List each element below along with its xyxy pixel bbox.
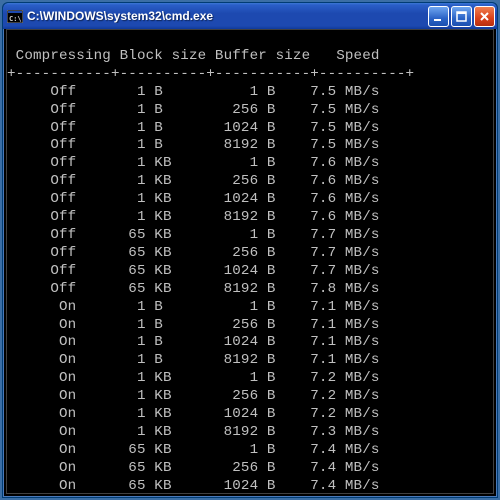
client-area: Compressing Block size Buffer size Speed…: [6, 29, 494, 494]
minimize-button[interactable]: [428, 6, 449, 27]
titlebar[interactable]: C:\ C:\WINDOWS\system32\cmd.exe: [3, 3, 497, 29]
close-button[interactable]: [474, 6, 495, 27]
window-buttons: [428, 6, 495, 27]
maximize-button[interactable]: [451, 6, 472, 27]
cmd-window: C:\ C:\WINDOWS\system32\cmd.exe Compress…: [2, 2, 498, 498]
window-title: C:\WINDOWS\system32\cmd.exe: [27, 9, 428, 23]
svg-text:C:\: C:\: [9, 15, 22, 23]
terminal-output: Compressing Block size Buffer size Speed…: [7, 30, 493, 494]
cmd-icon: C:\: [7, 9, 23, 23]
